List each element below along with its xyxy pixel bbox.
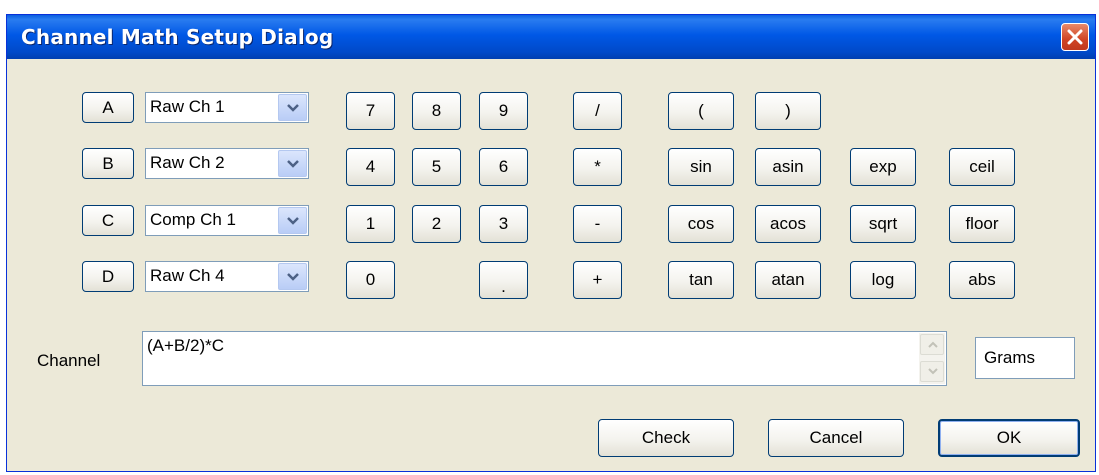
digit-8-button[interactable]: 8 — [412, 92, 461, 130]
log-button[interactable]: log — [850, 261, 916, 299]
units-input[interactable]: Grams — [975, 337, 1075, 379]
units-text: Grams — [984, 348, 1035, 367]
expression-scrollbar[interactable] — [919, 333, 945, 384]
open-paren-button[interactable]: ( — [668, 92, 734, 130]
divide-button[interactable]: / — [573, 92, 622, 130]
channel-b-dropdown-button[interactable] — [278, 150, 307, 177]
channel-c-dropdown-button[interactable] — [278, 207, 307, 234]
digit-5-button[interactable]: 5 — [412, 148, 461, 186]
chevron-down-icon — [287, 104, 299, 112]
atan-button[interactable]: atan — [755, 261, 821, 299]
channel-d-select[interactable]: Raw Ch 4 — [145, 261, 309, 292]
chevron-up-icon — [928, 341, 938, 348]
channel-d-button[interactable]: D — [82, 261, 134, 292]
digit-2-button[interactable]: 2 — [412, 205, 461, 243]
title-bar[interactable]: Channel Math Setup Dialog — [7, 15, 1095, 59]
digit-1-button[interactable]: 1 — [346, 205, 395, 243]
multiply-button[interactable]: * — [573, 148, 622, 186]
subtract-button[interactable]: - — [573, 205, 622, 243]
scroll-up-button[interactable] — [920, 334, 944, 355]
check-button[interactable]: Check — [598, 419, 734, 457]
close-icon — [1067, 29, 1083, 45]
decimal-point-button[interactable]: . — [479, 261, 528, 299]
channel-a-select[interactable]: Raw Ch 1 — [145, 92, 309, 123]
floor-button[interactable]: floor — [949, 205, 1015, 243]
digit-4-button[interactable]: 4 — [346, 148, 395, 186]
acos-button[interactable]: acos — [755, 205, 821, 243]
sqrt-button[interactable]: sqrt — [850, 205, 916, 243]
channel-d-value: Raw Ch 4 — [150, 266, 225, 285]
sin-button[interactable]: sin — [668, 148, 734, 186]
channel-b-select[interactable]: Raw Ch 2 — [145, 148, 309, 179]
cos-button[interactable]: cos — [668, 205, 734, 243]
digit-0-button[interactable]: 0 — [346, 261, 395, 299]
chevron-down-icon — [287, 273, 299, 281]
tan-button[interactable]: tan — [668, 261, 734, 299]
channel-a-button[interactable]: A — [82, 92, 134, 123]
channel-label: Channel — [37, 351, 101, 370]
channel-a-dropdown-button[interactable] — [278, 94, 307, 121]
close-button[interactable] — [1061, 23, 1089, 51]
digit-6-button[interactable]: 6 — [479, 148, 528, 186]
expression-text: (A+B/2)*C — [147, 336, 224, 355]
dialog-title: Channel Math Setup Dialog — [21, 25, 334, 49]
channel-d-dropdown-button[interactable] — [278, 263, 307, 290]
chevron-down-icon — [287, 160, 299, 168]
asin-button[interactable]: asin — [755, 148, 821, 186]
channel-b-button[interactable]: B — [82, 148, 134, 179]
expression-input[interactable]: (A+B/2)*C — [142, 331, 947, 386]
chevron-down-icon — [928, 368, 938, 375]
channel-c-button[interactable]: C — [82, 205, 134, 236]
channel-c-value: Comp Ch 1 — [150, 210, 236, 229]
digit-7-button[interactable]: 7 — [346, 92, 395, 130]
channel-math-dialog: Channel Math Setup Dialog A B C D Raw Ch… — [6, 14, 1096, 472]
close-paren-button[interactable]: ) — [755, 92, 821, 130]
channel-a-value: Raw Ch 1 — [150, 97, 225, 116]
abs-button[interactable]: abs — [949, 261, 1015, 299]
ceil-button[interactable]: ceil — [949, 148, 1015, 186]
channel-c-select[interactable]: Comp Ch 1 — [145, 205, 309, 236]
ok-button[interactable]: OK — [938, 419, 1080, 457]
scroll-down-button[interactable] — [920, 361, 944, 382]
add-button[interactable]: + — [573, 261, 622, 299]
channel-b-value: Raw Ch 2 — [150, 153, 225, 172]
cancel-button[interactable]: Cancel — [768, 419, 904, 457]
chevron-down-icon — [287, 217, 299, 225]
digit-3-button[interactable]: 3 — [479, 205, 528, 243]
digit-9-button[interactable]: 9 — [479, 92, 528, 130]
exp-button[interactable]: exp — [850, 148, 916, 186]
